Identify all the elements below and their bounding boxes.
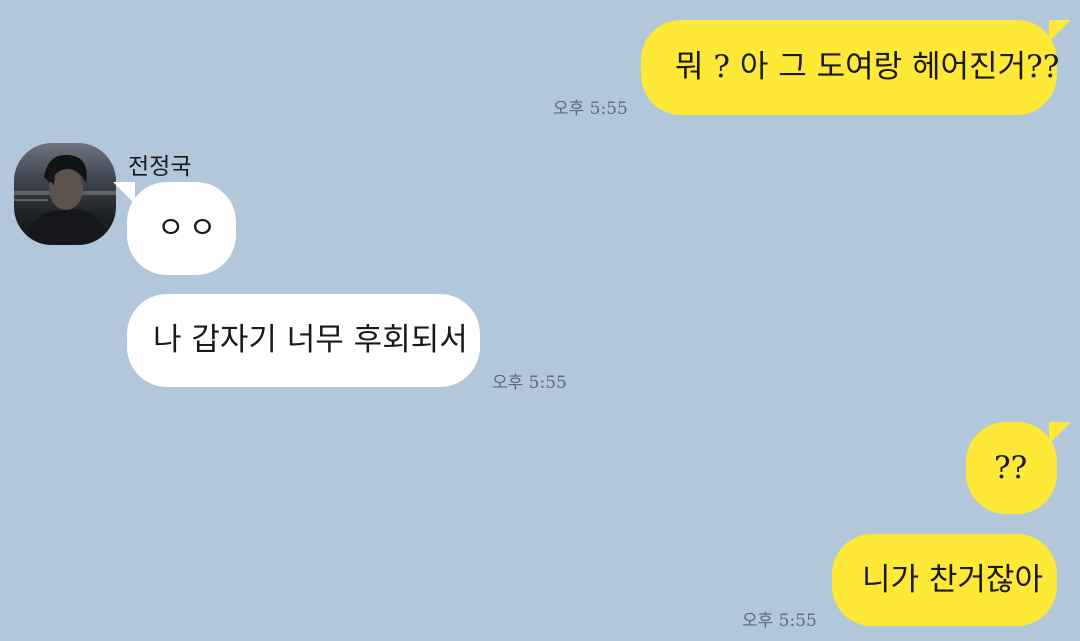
message-bubble-mine[interactable]: ?? (966, 422, 1071, 514)
contact-name: 전정국 (128, 154, 192, 180)
message-bubble-mine[interactable]: 니가 찬거잖아 (832, 534, 1057, 626)
message-timestamp: 오후 5:55 (492, 373, 567, 393)
contact-avatar[interactable] (14, 143, 116, 245)
message-text: ?? (994, 449, 1028, 486)
message-bubble-mine[interactable]: 뭐 ? 아 그 도여랑 헤어진거?? (641, 20, 1071, 115)
message-text: 뭐 ? 아 그 도여랑 헤어진거?? (675, 49, 1060, 85)
message-bubble-theirs[interactable]: 나 갑자기 너무 후회되서 (127, 294, 480, 387)
message-timestamp: 오후 5:55 (742, 611, 817, 631)
message-text: ㅇㅇ (157, 210, 221, 246)
message-text: 니가 찬거잖아 (862, 561, 1043, 598)
message-bubble-theirs[interactable]: ㅇㅇ (113, 182, 236, 275)
person-photo-icon (14, 154, 116, 245)
message-text: 나 갑자기 너무 후회되서 (153, 322, 468, 358)
message-timestamp: 오후 5:55 (553, 99, 628, 119)
